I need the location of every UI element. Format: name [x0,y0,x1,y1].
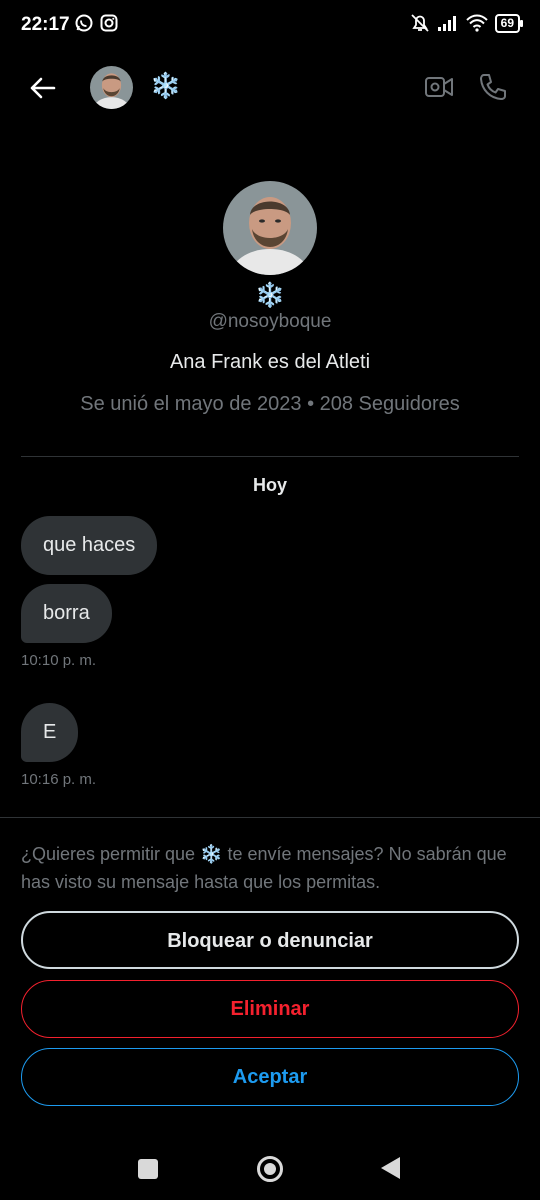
profile-avatar-image [223,181,317,275]
whatsapp-icon [75,14,93,32]
avatar[interactable] [90,66,133,109]
status-left-icons [75,14,118,32]
divider [21,456,519,457]
profile-bio: Ana Frank es del Atleti [169,351,371,373]
block-report-button[interactable]: Bloquear o denunciar [21,911,519,969]
status-bar: 22:17 69 [0,0,540,48]
request-notice: ¿Quieres permitir que ❄️ te envíe mensaj… [21,844,507,892]
mute-bell-icon [411,14,429,32]
profile-name: ❄️ [255,282,285,309]
back-arrow-icon[interactable] [28,74,58,102]
header-name[interactable]: ❄️ [150,72,181,101]
recents-icon[interactable] [138,1159,158,1179]
battery-icon: 69 [494,13,524,33]
signal-icon [437,16,456,31]
profile-handle: @nosoyboque [208,311,332,332]
phone-icon[interactable] [478,72,508,102]
request-divider [0,817,540,818]
avatar-image [90,66,133,109]
profile-meta: Se unió el mayo de 2023 • 208 Seguidores [80,393,460,415]
profile-card: ❄️ @nosoyboque Ana Frank es del Atleti S… [0,181,540,416]
instagram-icon [100,14,118,32]
profile-avatar[interactable] [223,181,317,275]
video-call-icon[interactable] [424,74,454,100]
accept-button[interactable]: Aceptar [21,1048,519,1106]
delete-button[interactable]: Eliminar [21,980,519,1038]
message-bubble[interactable]: E [21,703,79,762]
conversation-header: ❄️ [0,62,540,114]
status-right-icons: 69 [410,13,524,33]
message-bubble[interactable]: borra [21,584,112,643]
home-icon[interactable] [257,1156,283,1182]
system-nav-bar [0,1140,540,1200]
wifi-icon [465,14,488,32]
back-triangle-icon[interactable] [381,1157,400,1179]
message-bubble[interactable]: que haces [21,516,158,575]
message-time: 10:10 p. m. [21,652,97,669]
message-time: 10:16 p. m. [21,771,97,788]
status-time: 22:17 [21,14,70,35]
day-separator: Hoy [252,475,287,495]
